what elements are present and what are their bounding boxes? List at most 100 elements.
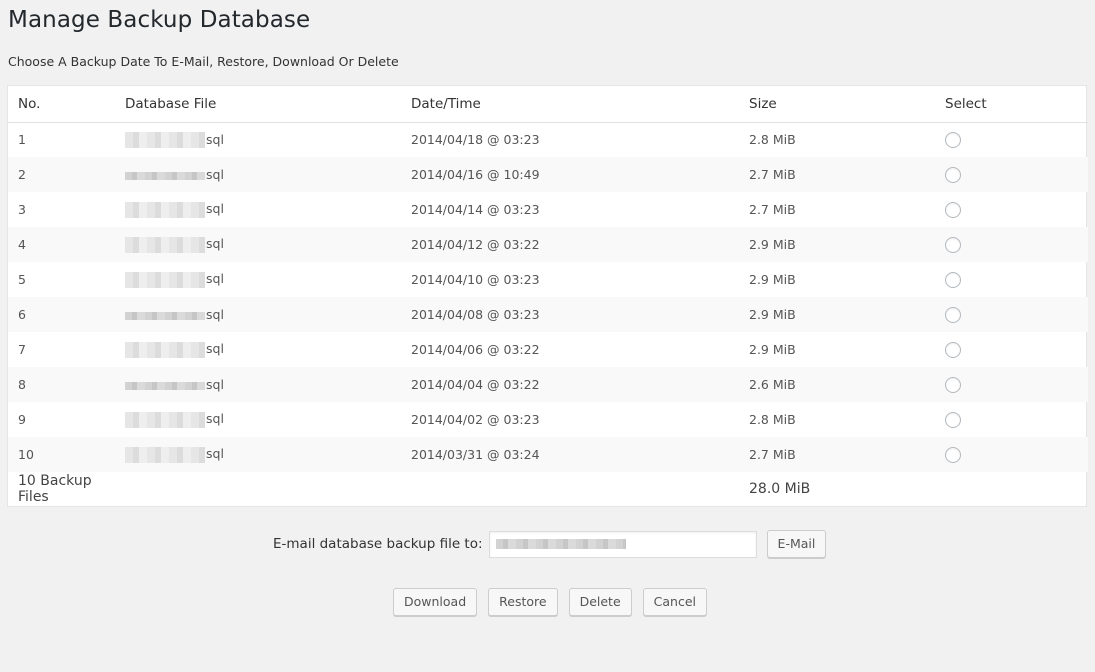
- select-cell: [935, 437, 1088, 472]
- backup-size: 2.8 MiB: [749, 132, 796, 148]
- header-date-time: Date/Time: [401, 86, 739, 123]
- redacted-filename: [125, 171, 205, 180]
- backup-date-time: 2014/04/10 @ 03:23: [411, 272, 540, 287]
- database-file: sql: [115, 437, 401, 472]
- select-radio[interactable]: [945, 446, 961, 463]
- row-number: 2: [8, 157, 115, 192]
- table-row: 5 sql 2014/04/10 @ 03:23 2.9 MiB: [8, 262, 1088, 297]
- backup-size: 2.9 MiB: [749, 342, 796, 357]
- select-radio[interactable]: [945, 166, 961, 183]
- row-number: 8: [8, 367, 115, 402]
- row-number: 5: [18, 272, 26, 287]
- backup-date-time: 2014/04/06 @ 03:22: [411, 342, 540, 357]
- backup-date-time: 2014/04/12 @ 03:22: [401, 227, 739, 262]
- page-title: Manage Backup Database: [8, 7, 311, 33]
- file-extension: sql: [206, 307, 224, 322]
- table-row: 8 sql 2014/04/04 @ 03:22 2.6 MiB: [8, 367, 1088, 402]
- download-button[interactable]: Download: [393, 588, 478, 616]
- redacted-filename: [125, 271, 205, 288]
- email-input[interactable]: [488, 530, 757, 558]
- select-radio[interactable]: [945, 341, 961, 358]
- backup-size: 2.9 MiB: [749, 272, 796, 287]
- table-row: 2 sql 2014/04/16 @ 10:49 2.7 MiB: [8, 157, 1088, 192]
- backup-size: 2.9 MiB: [739, 227, 935, 262]
- file-extension: sql: [206, 411, 224, 427]
- backup-size: 2.7 MiB: [739, 437, 935, 472]
- select-radio[interactable]: [945, 376, 961, 393]
- file-extension: sql: [206, 236, 224, 252]
- table-row: 10 sql 2014/03/31 @ 03:24 2.7 MiB: [8, 437, 1088, 472]
- redacted-filename: [125, 132, 205, 148]
- select-radio[interactable]: [945, 271, 961, 288]
- backup-count-label: 10 Backup Files: [18, 473, 92, 505]
- redacted-filename: [125, 381, 205, 390]
- total-size: 28.0 MiB: [749, 481, 811, 497]
- select-cell: [935, 157, 1088, 192]
- row-number: 7: [18, 342, 26, 357]
- table-header-row: No. Database File Date/Time Size Select: [8, 86, 1088, 123]
- backup-date-time: 2014/04/08 @ 03:23: [401, 297, 739, 332]
- database-file: sql: [115, 402, 401, 437]
- redacted-filename: [125, 311, 205, 320]
- select-cell: [935, 227, 1088, 262]
- file-extension: sql: [206, 271, 224, 287]
- select-radio[interactable]: [945, 236, 961, 253]
- table-row: 6 sql 2014/04/08 @ 03:23 2.9 MiB: [8, 297, 1088, 332]
- backup-size: 2.8 MiB: [749, 412, 796, 427]
- delete-button[interactable]: Delete: [568, 588, 632, 616]
- select-cell: [935, 367, 1088, 402]
- redacted-email: [495, 539, 626, 549]
- file-extension: sql: [206, 201, 224, 217]
- backup-date-time: 2014/04/02 @ 03:23: [411, 412, 540, 427]
- row-number: 4: [8, 227, 115, 262]
- select-radio[interactable]: [945, 132, 961, 148]
- action-buttons: Download Restore Delete Cancel: [393, 588, 708, 616]
- select-radio[interactable]: [945, 411, 961, 428]
- header-size: Size: [739, 86, 935, 123]
- file-extension: sql: [206, 446, 224, 462]
- row-number: 9: [18, 412, 26, 427]
- backup-table-container: No. Database File Date/Time Size Select …: [7, 85, 1088, 507]
- backup-date-time: 2014/04/16 @ 10:49: [401, 157, 739, 192]
- redacted-filename: [125, 411, 205, 428]
- select-cell: [935, 402, 1088, 437]
- page-subtitle: Choose A Backup Date To E-Mail, Restore,…: [8, 54, 399, 69]
- email-row: E-mail database backup file to: E-Mail: [273, 530, 827, 558]
- redacted-filename: [125, 341, 205, 358]
- backup-table: No. Database File Date/Time Size Select …: [8, 86, 1088, 506]
- email-button[interactable]: E-Mail: [766, 530, 827, 558]
- backup-date-time: 2014/03/31 @ 03:24: [401, 437, 739, 472]
- restore-button[interactable]: Restore: [488, 588, 558, 616]
- row-number: 10: [8, 437, 115, 472]
- database-file: sql: [115, 367, 401, 402]
- database-file: sql: [115, 157, 401, 192]
- select-cell: [935, 122, 1088, 157]
- database-file: sql: [115, 332, 401, 367]
- redacted-filename: [125, 446, 205, 463]
- file-extension: sql: [206, 341, 224, 357]
- redacted-filename: [125, 201, 205, 218]
- header-select: Select: [935, 86, 1088, 123]
- backup-date-time: 2014/04/04 @ 03:22: [401, 367, 739, 402]
- select-radio[interactable]: [945, 201, 961, 218]
- table-row: 1 sql 2014/04/18 @ 03:23 2.8 MiB: [8, 122, 1088, 157]
- select-radio[interactable]: [945, 306, 961, 323]
- backup-size: 2.7 MiB: [739, 157, 935, 192]
- database-file: sql: [115, 227, 401, 262]
- row-number: 3: [18, 202, 26, 217]
- table-footer-row: 10 Backup Files 28.0 MiB: [8, 472, 1088, 506]
- database-file: sql: [115, 262, 401, 297]
- backup-size: 2.7 MiB: [749, 202, 796, 217]
- table-row: 9 sql 2014/04/02 @ 03:23 2.8 MiB: [8, 402, 1088, 437]
- select-cell: [935, 262, 1088, 297]
- backup-size: 2.6 MiB: [739, 367, 935, 402]
- select-cell: [935, 332, 1088, 367]
- table-row: 4 sql 2014/04/12 @ 03:22 2.9 MiB: [8, 227, 1088, 262]
- select-cell: [935, 297, 1088, 332]
- cancel-button[interactable]: Cancel: [642, 588, 708, 616]
- row-number: 1: [18, 132, 26, 148]
- file-extension: sql: [206, 131, 224, 147]
- database-file: sql: [115, 297, 401, 332]
- email-label: E-mail database backup file to:: [273, 536, 483, 552]
- redacted-filename: [125, 236, 205, 253]
